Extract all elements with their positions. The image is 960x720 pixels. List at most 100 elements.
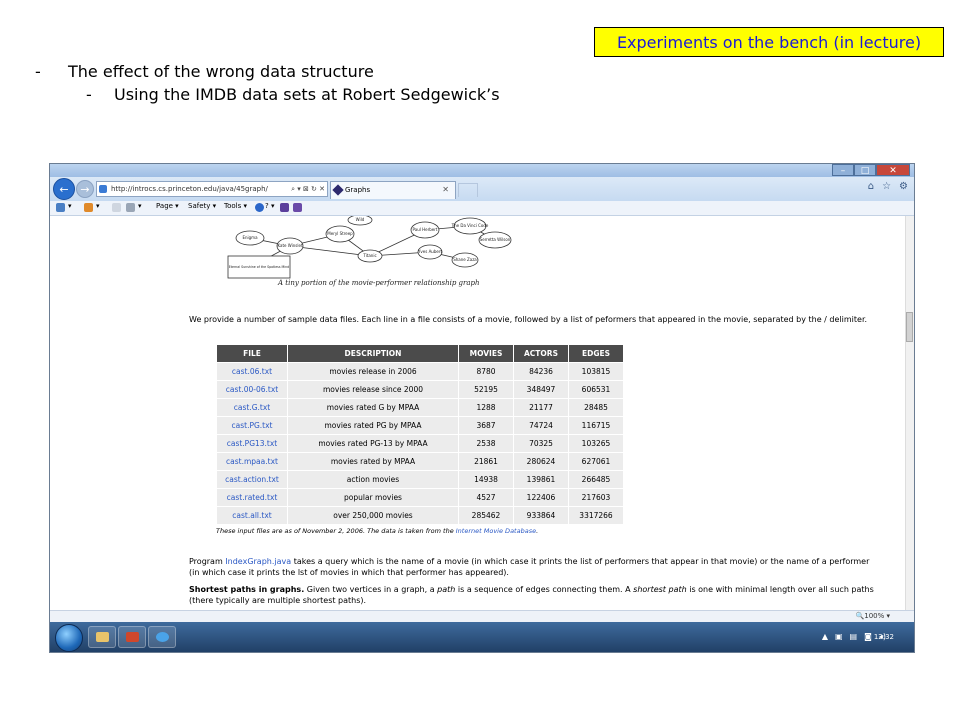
- file-link[interactable]: cast.all.txt: [216, 506, 288, 525]
- vertical-scrollbar[interactable]: [905, 216, 914, 610]
- help-dropdown[interactable]: ? ▾: [265, 202, 274, 210]
- table-row: cast.G.txt movies rated G by MPAA 1288 2…: [216, 398, 624, 417]
- table-row: cast.06.txt movies release in 2006 8780 …: [216, 362, 624, 381]
- table-cell: movies rated PG-13 by MPAA: [287, 434, 459, 453]
- node-label: Meryl Streep: [327, 231, 353, 236]
- table-cell: over 250,000 movies: [287, 506, 459, 525]
- page-menu[interactable]: Page ▾: [156, 202, 179, 210]
- feeds-icon[interactable]: [84, 203, 93, 212]
- file-link[interactable]: cast.mpaa.txt: [216, 452, 288, 471]
- page-content: Kate Winslet Meryl Streep Paul Herbert T…: [50, 216, 908, 610]
- navigation-bar: ← → http://introcs.cs.princeton.edu/java…: [50, 177, 914, 201]
- toolbar-right-icons: ⌂ ☆ ⚙: [868, 181, 908, 192]
- table-cell: 52195: [458, 380, 514, 399]
- home-small-icon[interactable]: [56, 203, 65, 212]
- node-label: Enigma: [242, 235, 258, 240]
- table-cell: 84236: [513, 362, 569, 381]
- tray-monitor-icon[interactable]: ◙: [864, 632, 872, 641]
- table-cell: 103265: [568, 434, 624, 453]
- scrollbar-thumb[interactable]: [906, 312, 913, 342]
- new-tab-button[interactable]: [458, 183, 478, 197]
- imdb-link[interactable]: Internet Movie Database: [456, 527, 536, 535]
- node-label: Serretta Wilson: [480, 237, 511, 242]
- file-link[interactable]: cast.06.txt: [216, 362, 288, 381]
- table-cell: 266485: [568, 470, 624, 489]
- callout-box: Experiments on the bench (in lecture): [594, 27, 944, 57]
- data-files-table: FILE DESCRIPTION MOVIES ACTORS EDGES cas…: [216, 344, 624, 525]
- table-cell: movies rated G by MPAA: [287, 398, 459, 417]
- mail-icon[interactable]: [112, 203, 121, 212]
- bullet-text: The effect of the wrong data structure: [68, 62, 374, 81]
- table-cell: 2538: [458, 434, 514, 453]
- file-link[interactable]: cast.00-06.txt: [216, 380, 288, 399]
- file-link[interactable]: cast.action.txt: [216, 470, 288, 489]
- tab-close-icon[interactable]: ✕: [442, 182, 449, 198]
- table-cell: 3687: [458, 416, 514, 435]
- table-cell: movies rated PG by MPAA: [287, 416, 459, 435]
- url-text: http://introcs.cs.princeton.edu/java/45g…: [111, 185, 268, 193]
- table-cell: 116715: [568, 416, 624, 435]
- program-prefix: Program: [189, 557, 226, 566]
- print-dropdown[interactable]: ▾: [138, 202, 142, 210]
- intro-paragraph: We provide a number of sample data files…: [189, 315, 868, 324]
- onenote-icon[interactable]: [280, 203, 289, 212]
- safety-menu[interactable]: Safety ▾: [188, 202, 216, 210]
- table-cell: 606531: [568, 380, 624, 399]
- column-header: ACTORS: [513, 344, 569, 363]
- file-link[interactable]: cast.rated.txt: [216, 488, 288, 507]
- address-bar[interactable]: http://introcs.cs.princeton.edu/java/45g…: [96, 181, 328, 197]
- table-cell: 74724: [513, 416, 569, 435]
- table-cell: 122406: [513, 488, 569, 507]
- close-button[interactable]: ✕: [876, 164, 910, 176]
- command-bar: ▾ ▾ ▾ Page ▾ Safety ▾ Tools ▾ ? ▾: [50, 201, 914, 216]
- note-end: .: [536, 527, 539, 535]
- address-controls[interactable]: ⌕ ▾ ⊠ ↻ ✕: [291, 182, 325, 196]
- table-cell: movies rated by MPAA: [287, 452, 459, 471]
- help-icon[interactable]: [255, 203, 264, 212]
- tray-app-icon[interactable]: ▣: [835, 632, 843, 641]
- print-icon[interactable]: [126, 203, 135, 212]
- ie-icon: [156, 632, 169, 642]
- table-cell: 627061: [568, 452, 624, 471]
- tray-network-icon[interactable]: ▤: [850, 632, 858, 641]
- node-label: Wild: [356, 217, 365, 222]
- favorites-icon[interactable]: ☆: [882, 181, 891, 192]
- tab-favicon-icon: [332, 184, 344, 196]
- zoom-level[interactable]: 🔍100% ▾: [856, 612, 890, 620]
- table-cell: 70325: [513, 434, 569, 453]
- indexgraph-link[interactable]: IndexGraph.java: [225, 557, 291, 566]
- clock[interactable]: 12:32: [874, 633, 894, 641]
- table-cell: 103815: [568, 362, 624, 381]
- file-link[interactable]: cast.PG.txt: [216, 416, 288, 435]
- forward-button[interactable]: →: [76, 180, 94, 198]
- onenote-linked-icon[interactable]: [293, 203, 302, 212]
- home-dropdown[interactable]: ▾: [68, 202, 72, 210]
- table-cell: 280624: [513, 452, 569, 471]
- tray-expand-icon[interactable]: ▲: [822, 632, 828, 641]
- taskbar-powerpoint[interactable]: [118, 626, 146, 648]
- table-cell: 139861: [513, 470, 569, 489]
- tab-graphs[interactable]: Graphs ✕: [330, 181, 456, 199]
- tools-gear-icon[interactable]: ⚙: [899, 181, 908, 192]
- shortest-paths-paragraph: Shortest paths in graphs. Given two vert…: [189, 584, 879, 606]
- column-header: MOVIES: [458, 344, 514, 363]
- node-label: Shane Zaza: [453, 257, 477, 262]
- node-label: Kate Winslet: [277, 243, 302, 248]
- feeds-dropdown[interactable]: ▾: [96, 202, 100, 210]
- term-path: path: [437, 585, 456, 594]
- taskbar-internet-explorer[interactable]: [148, 626, 176, 648]
- table-cell: 21177: [513, 398, 569, 417]
- maximize-button[interactable]: □: [854, 164, 876, 176]
- table-cell: 217603: [568, 488, 624, 507]
- tools-menu[interactable]: Tools ▾: [224, 202, 247, 210]
- file-link[interactable]: cast.PG13.txt: [216, 434, 288, 453]
- taskbar-explorer[interactable]: [88, 626, 116, 648]
- sp-text: Given two vertices in a graph, a: [304, 585, 438, 594]
- start-button[interactable]: [55, 624, 83, 652]
- home-icon[interactable]: ⌂: [868, 181, 874, 192]
- sp-text: is a sequence of edges connecting them. …: [455, 585, 634, 594]
- node-label: The Da Vinci Code: [451, 223, 489, 228]
- back-button[interactable]: ←: [53, 178, 75, 200]
- minimize-button[interactable]: –: [832, 164, 854, 176]
- file-link[interactable]: cast.G.txt: [216, 398, 288, 417]
